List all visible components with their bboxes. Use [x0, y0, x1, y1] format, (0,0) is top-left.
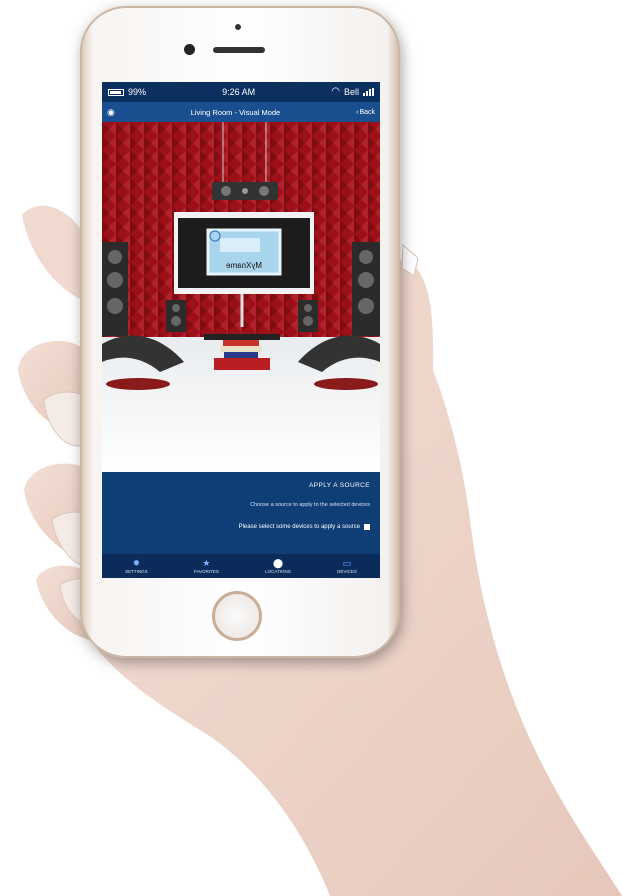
tab-settings[interactable]: ✹ SETTINGS: [125, 557, 148, 574]
location-pin-icon: ⬤: [272, 557, 284, 568]
battery-icon: [108, 88, 124, 96]
tab-bar: ✹ SETTINGS ★ FAVORITES ⬤ LOCATIONS ▭ DEV…: [102, 554, 380, 578]
earpiece-speaker: [213, 47, 265, 53]
tab-label: FAVORITES: [193, 568, 219, 574]
star-icon: ★: [202, 557, 211, 568]
signal-icon: [362, 88, 374, 96]
clock: 9:26 AM: [222, 87, 256, 97]
tab-devices[interactable]: ▭ DEVICES: [337, 557, 357, 574]
back-label: Back: [359, 108, 375, 116]
tv-label: MyXname: [225, 261, 262, 270]
room-visual: MyXname: [102, 122, 380, 472]
app-screen: 99% 9:26 AM ◠ Bell ◉ Living Room - Visua…: [102, 82, 380, 578]
checkbox-icon[interactable]: [364, 524, 370, 530]
eye-icon[interactable]: ◉: [107, 107, 115, 118]
nav-bar: ◉ Living Room - Visual Mode ‹ Back: [102, 102, 380, 122]
signal-group: ◠ Bell: [331, 87, 374, 97]
tab-label: LOCATIONS: [265, 568, 291, 574]
proximity-sensor: [235, 24, 241, 30]
front-camera-icon: [184, 44, 195, 55]
tab-favorites[interactable]: ★ FAVORITES: [193, 557, 219, 574]
wifi-icon: ◠: [331, 86, 340, 97]
carrier-name: Bell: [343, 87, 359, 97]
apply-note-text: Please select some devices to apply a so…: [238, 524, 360, 530]
home-button[interactable]: [212, 591, 262, 641]
chevron-left-icon: ‹: [356, 108, 359, 116]
tab-label: DEVICES: [337, 568, 357, 574]
battery-level: 99%: [128, 87, 147, 97]
tab-label: SETTINGS: [125, 568, 148, 574]
gear-icon: ✹: [132, 557, 141, 568]
apply-source-panel: APPLY A SOURCE Choose a source to apply …: [102, 472, 380, 554]
back-button[interactable]: ‹ Back: [356, 109, 375, 116]
apply-source-note: Please select some devices to apply a so…: [239, 524, 370, 530]
devices-icon: ▭: [342, 557, 352, 568]
apply-source-subtitle: Choose a source to apply to the selected…: [250, 502, 370, 508]
tab-locations[interactable]: ⬤ LOCATIONS: [265, 557, 291, 574]
page-title: Living Room - Visual Mode: [190, 107, 281, 117]
battery-group: 99%: [108, 87, 146, 97]
apply-source-title: APPLY A SOURCE: [309, 482, 370, 489]
status-bar: 99% 9:26 AM ◠ Bell: [102, 82, 380, 102]
